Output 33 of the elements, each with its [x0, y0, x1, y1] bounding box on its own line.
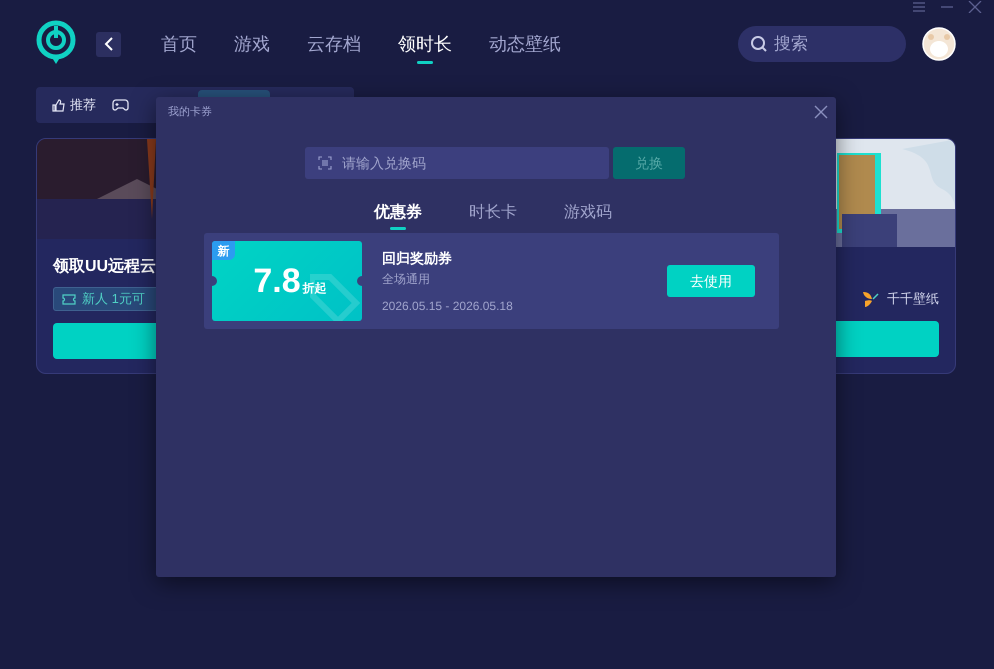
coupon-tab[interactable]: 游戏码 — [564, 199, 612, 227]
dialog-title: 我的卡券 — [168, 104, 212, 120]
butterfly-icon — [861, 290, 881, 308]
nav-tab[interactable]: 动态壁纸 — [489, 24, 561, 64]
back-button[interactable] — [96, 32, 121, 56]
avatar-icon[interactable] — [922, 27, 956, 61]
menu-icon[interactable] — [912, 1, 926, 13]
coupon-tab[interactable]: 时长卡 — [469, 199, 517, 227]
discount-unit: 折起 — [302, 280, 327, 297]
gamepad-icon[interactable] — [112, 98, 129, 112]
tag-text: 新人 1元可 — [82, 290, 145, 308]
search-icon — [750, 35, 768, 53]
coupon-tab[interactable]: 优惠券 — [374, 199, 422, 227]
card-title: 领取UU远程云 — [53, 256, 156, 277]
ticket-icon — [62, 294, 76, 304]
coupon-name: 回归奖励券 — [382, 248, 452, 268]
scan-icon — [318, 156, 332, 170]
close-icon[interactable] — [814, 105, 828, 119]
close-icon[interactable] — [968, 1, 982, 13]
chevron-left-icon — [104, 37, 114, 51]
nav-tab[interactable]: 首页 — [161, 24, 197, 64]
sub-tab[interactable]: 推荐 — [51, 95, 96, 115]
thumbs-up-icon — [51, 98, 66, 112]
search-field[interactable]: 搜索 — [738, 26, 906, 62]
nav-tab[interactable]: 领时长 — [398, 24, 452, 64]
nav-tab[interactable]: 云存档 — [307, 24, 361, 64]
new-badge: 新 — [212, 241, 235, 260]
nav-tab[interactable]: 游戏 — [234, 24, 270, 64]
coupon-scope: 全场通用 — [382, 270, 430, 288]
discount-value: 7.8 — [253, 260, 301, 302]
coupon-period: 2026.05.15 - 2026.05.18 — [382, 298, 513, 314]
redeem-code-field[interactable]: 请输入兑换码 — [305, 147, 609, 179]
brand-name: 千千壁纸 — [887, 290, 939, 308]
